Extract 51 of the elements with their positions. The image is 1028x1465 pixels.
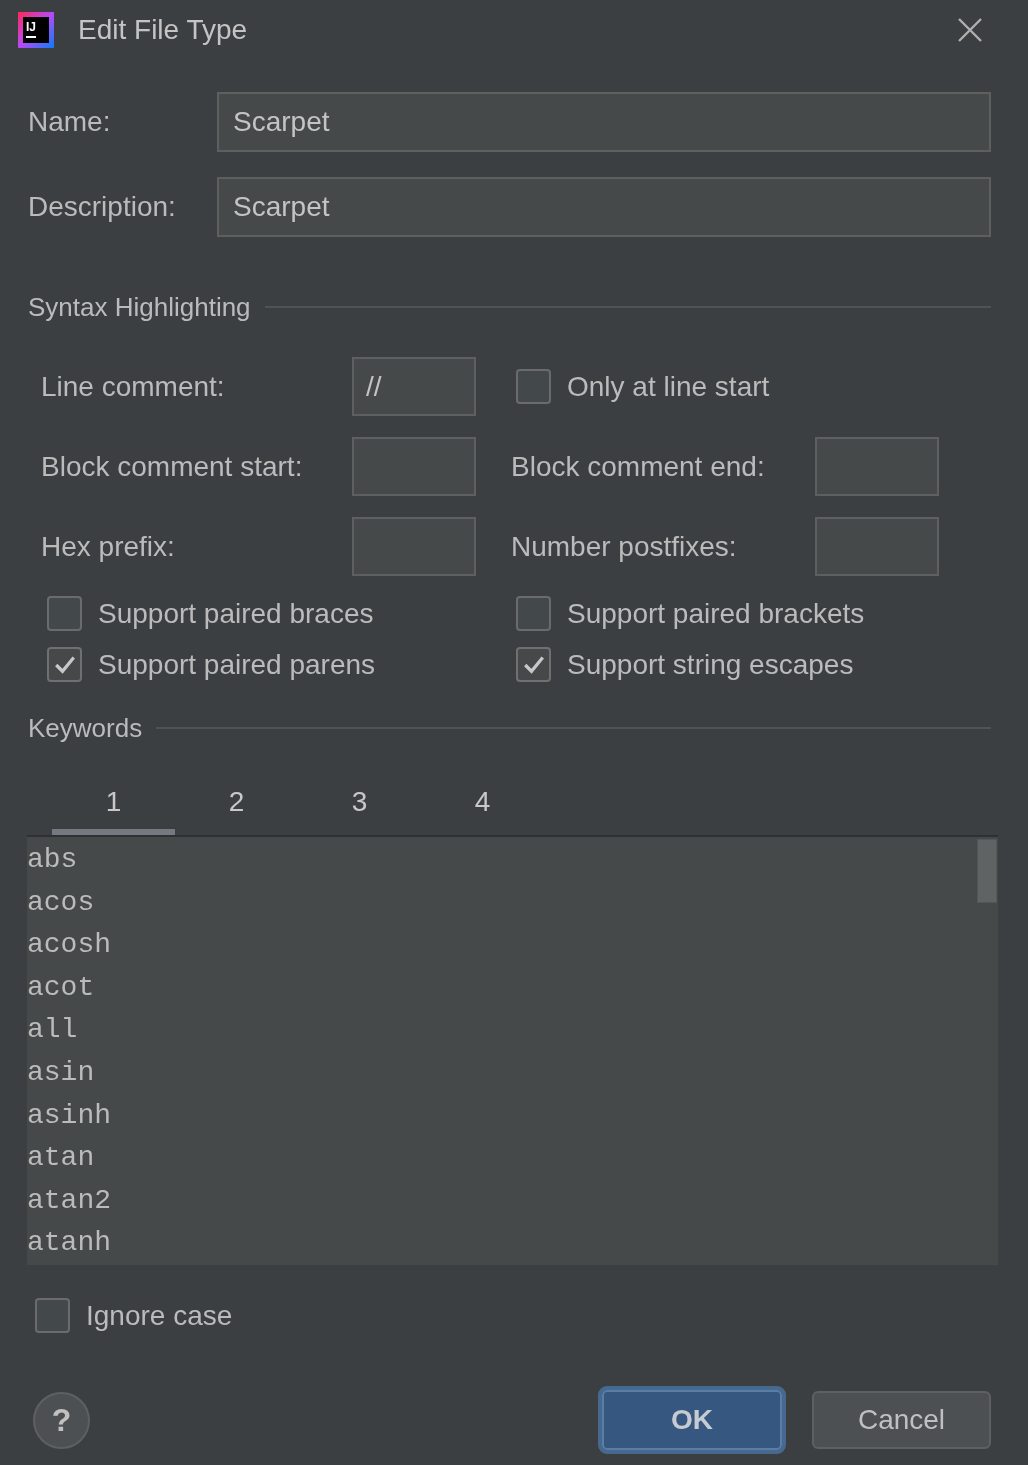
- keyword-line: atanh: [27, 1226, 111, 1261]
- checkbox[interactable]: [516, 369, 551, 404]
- text-field[interactable]: [352, 517, 476, 576]
- help-button[interactable]: ?: [33, 1391, 90, 1449]
- keyword-line: atan: [27, 1141, 95, 1176]
- section-title: Keywords: [28, 712, 143, 744]
- checkbox[interactable]: [516, 596, 551, 631]
- checkbox[interactable]: [516, 647, 551, 682]
- checkbox[interactable]: [47, 596, 82, 631]
- cancel-button[interactable]: Cancel: [812, 1391, 991, 1449]
- checkbox-label[interactable]: Support paired parens: [98, 648, 376, 681]
- keyword-line: asin: [27, 1055, 95, 1090]
- keyword-line: acosh: [27, 928, 111, 963]
- text-field[interactable]: [352, 437, 476, 496]
- keyword-line: atan2: [27, 1183, 111, 1218]
- keyword-line: all: [27, 1013, 78, 1048]
- tab[interactable]: 3: [298, 775, 421, 835]
- window-title: Edit File Type: [78, 14, 248, 46]
- checkbox[interactable]: [35, 1298, 70, 1333]
- text-field[interactable]: [815, 437, 939, 496]
- text-field[interactable]: [815, 517, 939, 576]
- text-field[interactable]: Scarpet: [217, 92, 991, 152]
- field-label: Line comment:: [41, 370, 226, 403]
- tab[interactable]: 4: [421, 775, 544, 835]
- checkbox-label[interactable]: Only at line start: [567, 370, 770, 403]
- checkbox-label[interactable]: Support paired braces: [98, 597, 374, 630]
- checkbox-label[interactable]: Support string escapes: [567, 648, 854, 681]
- field-label: Block comment start:: [41, 450, 304, 483]
- checkbox[interactable]: [47, 647, 82, 682]
- keyword-line: acot: [27, 970, 95, 1005]
- keyword-line: acos: [27, 885, 95, 920]
- text-field[interactable]: //: [352, 357, 476, 416]
- close-icon[interactable]: [958, 18, 982, 42]
- field-label: Hex prefix:: [41, 530, 176, 563]
- section-title: Syntax Highlighting: [28, 291, 251, 323]
- field-label: Block comment end:: [511, 450, 766, 483]
- field-label: Number postfixes:: [511, 530, 738, 563]
- keyword-text-area[interactable]: abs acos acosh acot all asin asinh atan atan2 atanh: [27, 837, 998, 1265]
- tab[interactable]: 2: [175, 775, 298, 835]
- checkmark-icon: [54, 655, 75, 674]
- scrollbar-thumb[interactable]: [977, 839, 997, 903]
- field-label: Description:: [28, 191, 177, 223]
- checkmark-icon: [523, 655, 544, 674]
- checkbox-label[interactable]: Support paired brackets: [567, 597, 865, 630]
- keyword-line: abs: [27, 843, 78, 877]
- field-label: Name:: [28, 106, 112, 138]
- ok-button[interactable]: OK: [598, 1386, 786, 1454]
- text-field[interactable]: Scarpet: [217, 177, 991, 237]
- keyword-line: asinh: [27, 1098, 111, 1133]
- app-logo: IJ: [18, 12, 54, 48]
- checkbox-label[interactable]: Ignore case: [86, 1299, 233, 1332]
